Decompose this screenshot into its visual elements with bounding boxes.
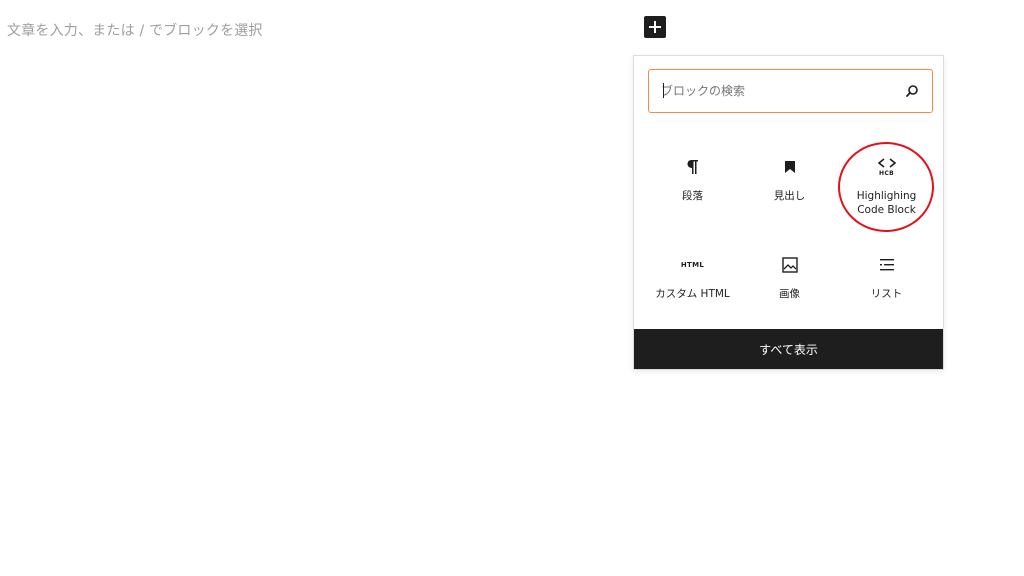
hcb-code-icon: HCB [877, 155, 897, 179]
plus-icon [649, 21, 661, 33]
add-block-button[interactable] [644, 16, 666, 38]
block-item-highlighting-code-block[interactable]: HCB Highlighing Code Block [838, 141, 935, 229]
html-icon-text: HTML [680, 261, 705, 269]
block-item-image[interactable]: 画像 [741, 239, 838, 327]
block-label: 段落 [682, 190, 703, 202]
block-search-input[interactable] [661, 70, 891, 111]
block-label: 見出し [773, 190, 806, 202]
block-item-paragraph[interactable]: 段落 [644, 141, 741, 229]
block-label: 画像 [779, 288, 800, 300]
show-all-button[interactable]: すべて表示 [634, 329, 943, 369]
bookmark-icon [784, 155, 796, 179]
hcb-icon-text: HCB [879, 169, 894, 177]
html-icon: HTML [681, 253, 704, 277]
paragraph-icon [686, 155, 700, 179]
block-inserter-popover: 段落 見出し HCB Highlighing Co [633, 55, 944, 370]
block-search-field[interactable] [648, 69, 933, 113]
block-label: カスタム HTML [655, 288, 730, 300]
block-item-custom-html[interactable]: HTML カスタム HTML [644, 239, 741, 327]
image-icon [781, 253, 798, 277]
text-caret [663, 83, 664, 98]
search-icon[interactable] [904, 83, 920, 99]
list-icon [879, 253, 895, 277]
editor-placeholder-text[interactable]: 文章を入力、または / でブロックを選択 [7, 20, 263, 40]
block-label: Highlighing Code Block [856, 190, 917, 216]
editor-canvas: 文章を入力、または / でブロックを選択 段落 [0, 0, 1024, 576]
block-label: リスト [870, 288, 903, 300]
block-item-list[interactable]: リスト [838, 239, 935, 327]
block-item-heading[interactable]: 見出し [741, 141, 838, 229]
